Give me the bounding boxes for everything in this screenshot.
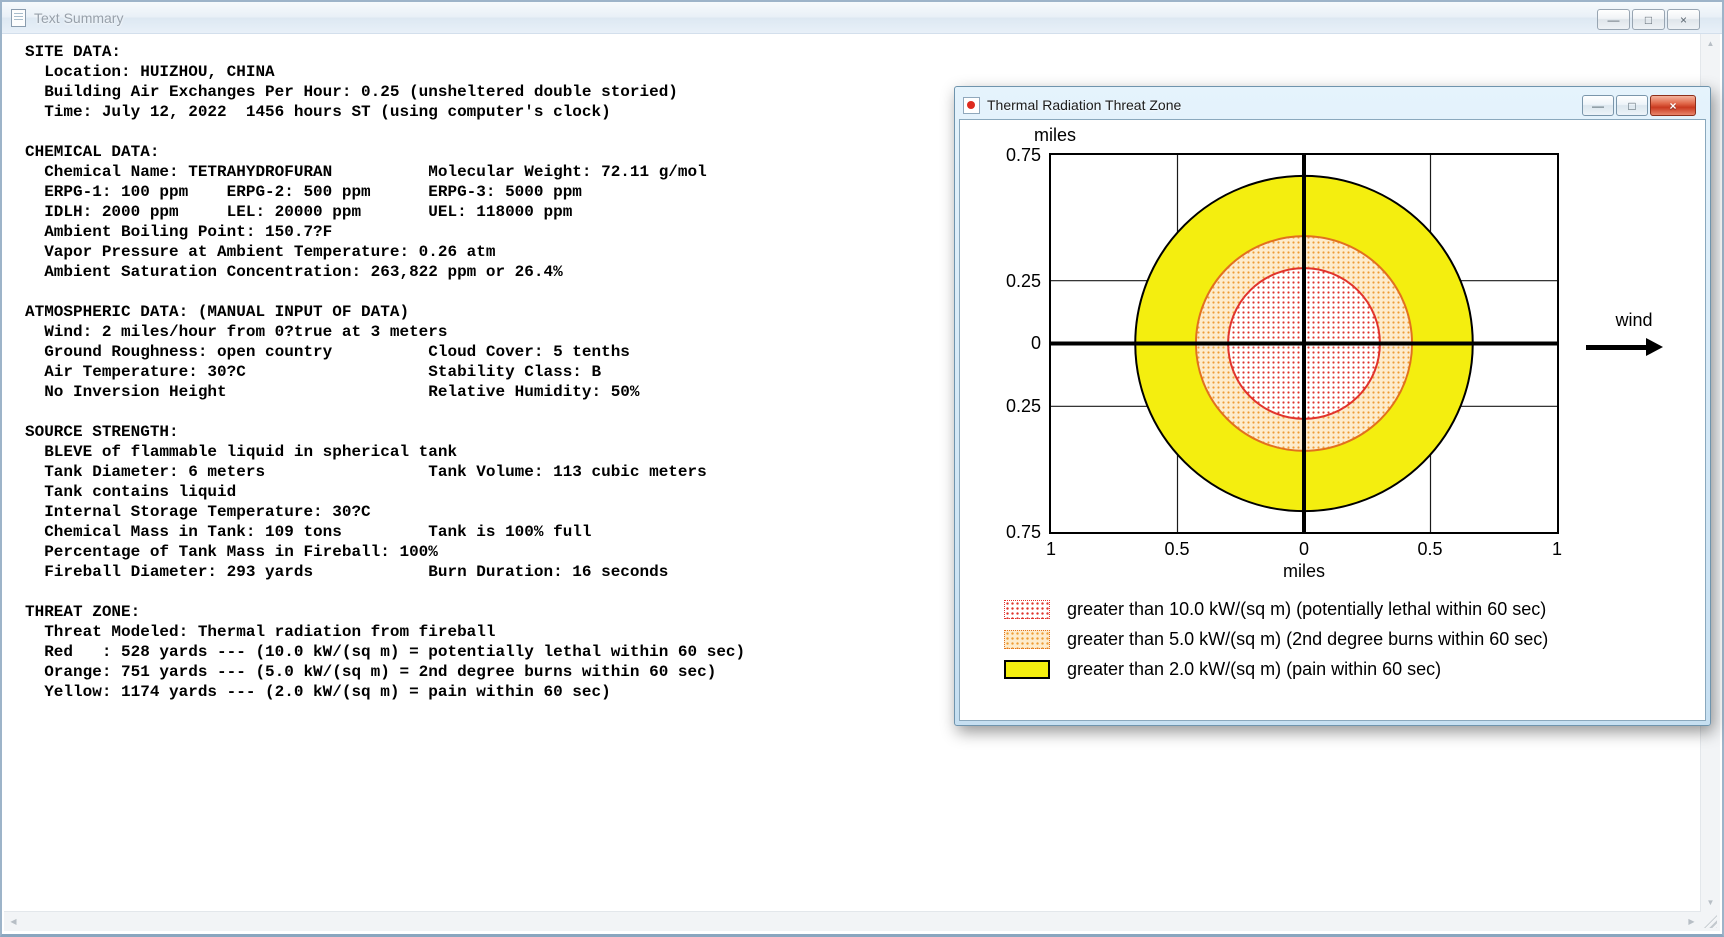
threat-close-button[interactable]: × [1650,95,1696,116]
wind-arrow-icon [1586,338,1688,356]
scroll-left-icon[interactable]: ◀ [4,912,23,931]
threat-maximize-button[interactable]: □ [1616,95,1648,116]
wind-indicator: wind [1580,310,1688,356]
close-icon: × [1679,12,1687,27]
threat-window-title: Thermal Radiation Threat Zone [987,97,1182,113]
maximize-icon: □ [1628,98,1636,113]
scroll-up-icon[interactable]: ▲ [1701,34,1720,53]
y-tick-label: 0.75 [1005,145,1041,165]
maximize-button[interactable]: □ [1632,9,1665,30]
scroll-down-icon[interactable]: ▼ [1701,893,1720,912]
minimize-icon: — [1592,98,1604,113]
x-tick-label: 1 [1045,539,1056,559]
close-button[interactable]: × [1667,9,1700,30]
legend-row: greater than 5.0 kW/(sq m) (2nd degree b… [1004,629,1548,650]
legend-swatch-orange [1004,630,1050,649]
y-tick-label: 0.25 [1005,271,1041,291]
threat-content: miles 0.75 0.25 0 0.25 0.75 1 0.5 0 0.5 … [959,119,1706,721]
threat-window-controls: — □ × [1582,95,1696,116]
plot-area: miles 0.75 0.25 0 0.25 0.75 1 0.5 0 0.5 … [1006,125,1562,581]
x-tick-label: 0.5 [1417,539,1443,559]
threat-zone-icon [963,96,980,114]
horizontal-scrollbar[interactable]: ◀ ▶ [4,911,1701,931]
x-tick-label: 0.5 [1164,539,1190,559]
resize-grip[interactable] [1701,912,1720,931]
legend-label: greater than 2.0 kW/(sq m) (pain within … [1067,659,1442,679]
minimize-icon: — [1607,12,1620,27]
y-tick-label: 0 [1030,333,1041,353]
y-tick-label: 0.25 [1005,396,1041,416]
close-icon: × [1669,98,1677,113]
legend: greater than 10.0 kW/(sq m) (potentially… [1004,599,1548,680]
threat-minimize-button[interactable]: — [1582,95,1614,116]
threat-title-bar[interactable]: Thermal Radiation Threat Zone — □ × [959,91,1706,119]
legend-row: greater than 2.0 kW/(sq m) (pain within … [1004,659,1548,680]
x-axis-title: miles [1282,561,1325,581]
legend-swatch-red [1004,600,1050,619]
x-tick-label: 0 [1298,539,1309,559]
maximize-icon: □ [1644,12,1653,27]
x-tick-label: 1 [1551,539,1562,559]
minimize-button[interactable]: — [1597,9,1630,30]
y-axis-title: miles [1033,125,1076,145]
wind-label: wind [1615,310,1653,330]
scroll-right-icon[interactable]: ▶ [1682,912,1701,931]
threat-zone-window: Thermal Radiation Threat Zone — □ × mile… [954,86,1711,726]
window-controls: — □ × [1597,9,1700,30]
threat-zone-plot [1049,153,1559,534]
legend-swatch-yellow [1004,660,1050,679]
legend-row: greater than 10.0 kW/(sq m) (potentially… [1004,599,1548,620]
document-icon [11,8,26,27]
title-bar[interactable]: Text Summary — □ × [2,2,1722,34]
window-title: Text Summary [34,9,124,26]
legend-label: greater than 5.0 kW/(sq m) (2nd degree b… [1067,629,1549,649]
legend-label: greater than 10.0 kW/(sq m) (potentially… [1067,599,1547,619]
